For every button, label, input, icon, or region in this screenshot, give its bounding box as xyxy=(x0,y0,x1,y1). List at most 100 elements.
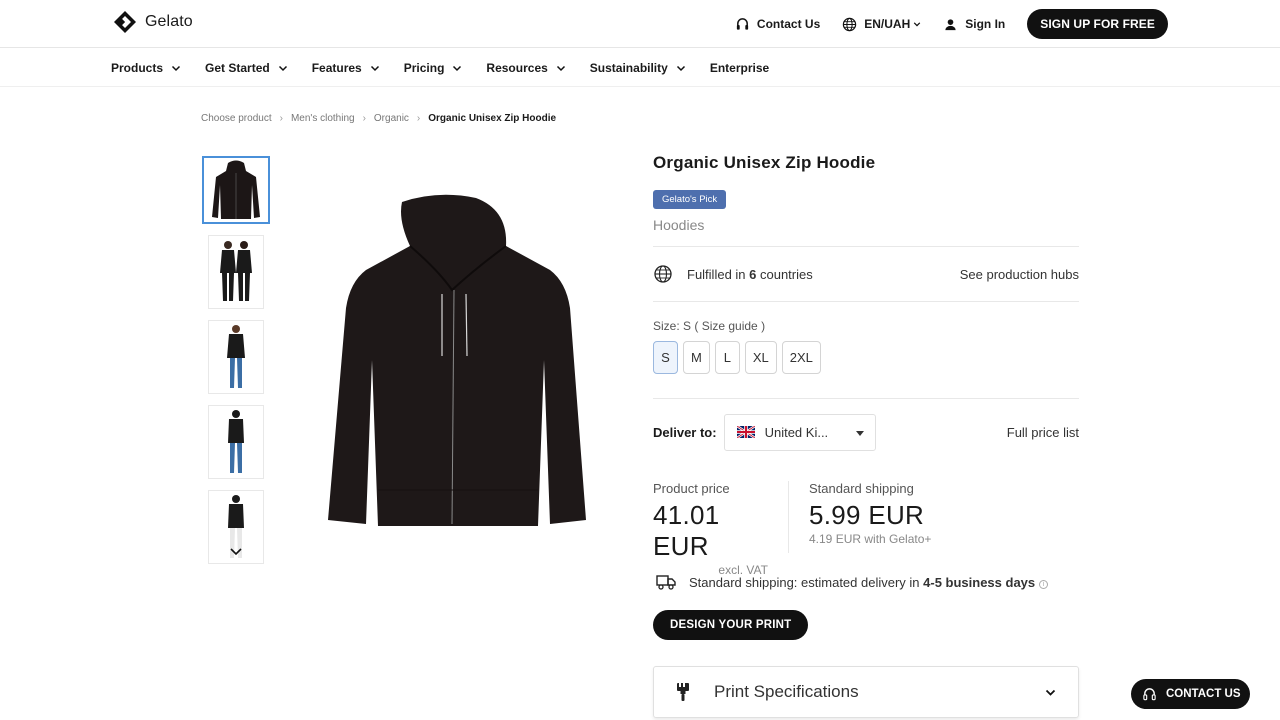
breadcrumb: Choose product › Men's clothing › Organi… xyxy=(201,113,556,124)
shipping-price-block: Standard shipping 5.99 EUR 4.19 EUR with… xyxy=(789,481,931,553)
user-icon xyxy=(945,18,956,30)
gelato-pick-badge: Gelato's Pick xyxy=(653,190,727,209)
nav-item-label: Enterprise xyxy=(709,61,770,75)
deliver-row: Deliver to: United Ki... Full price list xyxy=(653,413,1079,451)
breadcrumb-item[interactable]: Choose product xyxy=(201,113,272,124)
breadcrumb-item[interactable]: Organic xyxy=(374,113,409,124)
headset-icon xyxy=(736,17,749,30)
shipping-price-note: 4.19 EUR with Gelato+ xyxy=(809,532,932,546)
breadcrumb-item[interactable]: Men's clothing xyxy=(291,113,355,124)
nav-item-features[interactable]: Features xyxy=(312,61,380,75)
chevron-down-icon xyxy=(370,65,379,72)
main-nav: Products Get Started Features Pricing Resour… xyxy=(0,49,1280,87)
size-option-l[interactable]: L xyxy=(714,341,740,374)
chevron-down-icon xyxy=(278,65,287,72)
thumbnail-hoodie-front[interactable] xyxy=(202,156,270,224)
nav-item-label: Sustainability xyxy=(589,61,668,75)
top-header: Gelato Contact Us EN/UAH Sign In SIGN UP… xyxy=(0,0,1280,48)
product-price-value: 41.01 EUR xyxy=(653,500,720,561)
size-guide-link[interactable]: Size guide xyxy=(702,319,758,333)
fulfillment-text: Fulfilled in 6 countries xyxy=(687,266,813,282)
breadcrumb-separator-icon: › xyxy=(416,113,421,124)
contact-us-link[interactable]: Contact Us xyxy=(735,17,820,32)
size-option-s[interactable]: S xyxy=(653,341,678,374)
nav-items: Products Get Started Features Pricing Resour… xyxy=(111,49,793,87)
product-title: Organic Unisex Zip Hoodie xyxy=(653,153,876,172)
headset-icon xyxy=(1143,687,1156,700)
product-price-block: Product price 41.01 EUR excl. VAT xyxy=(653,481,789,577)
nav-item-label: Resources xyxy=(486,61,548,75)
print-specifications-accordion[interactable]: Print Specifications xyxy=(653,666,1079,718)
production-hubs-link[interactable]: See production hubs xyxy=(960,267,1079,282)
breadcrumb-current: Organic Unisex Zip Hoodie xyxy=(428,113,557,124)
design-your-print-button[interactable]: DESIGN YOUR PRINT xyxy=(653,610,809,640)
nav-item-enterprise[interactable]: Enterprise xyxy=(710,61,769,75)
breadcrumb-separator-icon: › xyxy=(362,113,366,124)
thumbnail-model-side[interactable] xyxy=(208,405,264,479)
logo-text: Gelato xyxy=(145,13,193,30)
nav-item-get-started[interactable]: Get Started xyxy=(205,61,288,75)
chevron-down-icon xyxy=(914,22,921,27)
signup-button[interactable]: SIGN UP FOR FREE xyxy=(1027,9,1168,39)
uk-flag-icon xyxy=(736,426,755,438)
info-icon[interactable]: i xyxy=(1039,579,1049,589)
hoodie-thumbnail-image xyxy=(212,160,260,219)
thumbnail-couple-models[interactable] xyxy=(208,235,264,309)
thumbnail-gallery xyxy=(202,156,270,575)
nav-item-pricing[interactable]: Pricing xyxy=(404,61,463,75)
thumbnail-model-front[interactable] xyxy=(208,320,264,394)
caret-down-icon xyxy=(855,430,864,436)
price-row: Product price 41.01 EUR excl. VAT Standa… xyxy=(653,481,1079,577)
size-option-m[interactable]: M xyxy=(683,341,710,374)
shipping-price-value: 5.99 EUR xyxy=(809,500,925,530)
product-price-label: Product price xyxy=(653,481,730,496)
truck-icon xyxy=(656,575,676,590)
contact-us-label: Contact Us xyxy=(756,17,821,31)
nav-item-sustainability[interactable]: Sustainability xyxy=(590,61,686,75)
nav-item-label: Get Started xyxy=(205,61,270,75)
thumbnail-model-back[interactable] xyxy=(208,490,264,564)
model-side-thumbnail-image xyxy=(228,410,244,473)
size-options: S M L XL 2XL xyxy=(653,341,1079,374)
shipping-price-label: Standard shipping xyxy=(809,481,914,496)
chevron-down-icon[interactable] xyxy=(229,547,243,557)
delivery-estimate-row: Standard shipping: estimated delivery in… xyxy=(656,573,1079,591)
print-specifications-label: Print Specifications xyxy=(714,682,859,701)
nav-item-label: Features xyxy=(311,61,362,75)
divider xyxy=(653,398,1079,399)
full-price-list-link[interactable]: Full price list xyxy=(1007,425,1079,440)
sign-in-label: Sign In xyxy=(965,17,1006,31)
size-option-2xl[interactable]: 2XL xyxy=(781,341,821,374)
nav-item-label: Pricing xyxy=(403,61,445,75)
models-thumbnail-image xyxy=(220,241,252,301)
nav-item-resources[interactable]: Resources xyxy=(486,61,565,75)
delivery-estimate-text: Standard shipping: estimated delivery in… xyxy=(689,574,1049,590)
nav-item-label: Products xyxy=(111,61,164,75)
product-info: Organic Unisex Zip Hoodie Gelato's Pick … xyxy=(653,150,1079,718)
chevron-down-icon xyxy=(1045,689,1056,696)
language-selector[interactable]: EN/UAH xyxy=(842,17,921,32)
chevron-down-icon xyxy=(453,65,462,72)
size-label: Size: S ( Size guide ) xyxy=(653,319,766,333)
floating-contact-label: CONTACT US xyxy=(1166,688,1241,700)
sign-in-link[interactable]: Sign In xyxy=(943,17,1005,32)
breadcrumb-separator-icon: › xyxy=(279,113,283,124)
chevron-down-icon xyxy=(556,65,565,72)
country-value: United Ki... xyxy=(764,424,829,440)
model-front-thumbnail-image xyxy=(227,325,245,388)
chevron-down-icon xyxy=(676,65,685,72)
size-option-xl[interactable]: XL xyxy=(744,341,777,374)
delivery-days: 4-5 business days xyxy=(923,574,1036,590)
chevron-down-icon xyxy=(171,65,181,72)
fulfillment-row: Fulfilled in 6 countries See production … xyxy=(653,247,1079,301)
language-label: EN/UAH xyxy=(864,17,911,31)
globe-icon xyxy=(843,17,857,31)
paint-brush-icon xyxy=(677,683,689,701)
gelato-logo-icon xyxy=(114,11,136,33)
logo[interactable]: Gelato xyxy=(113,10,193,34)
nav-item-products[interactable]: Products xyxy=(111,61,181,75)
deliver-to-label: Deliver to: xyxy=(653,424,717,440)
floating-contact-button[interactable]: CONTACT US xyxy=(1131,679,1250,709)
divider xyxy=(653,301,1079,302)
country-select[interactable]: United Ki... xyxy=(723,413,876,451)
